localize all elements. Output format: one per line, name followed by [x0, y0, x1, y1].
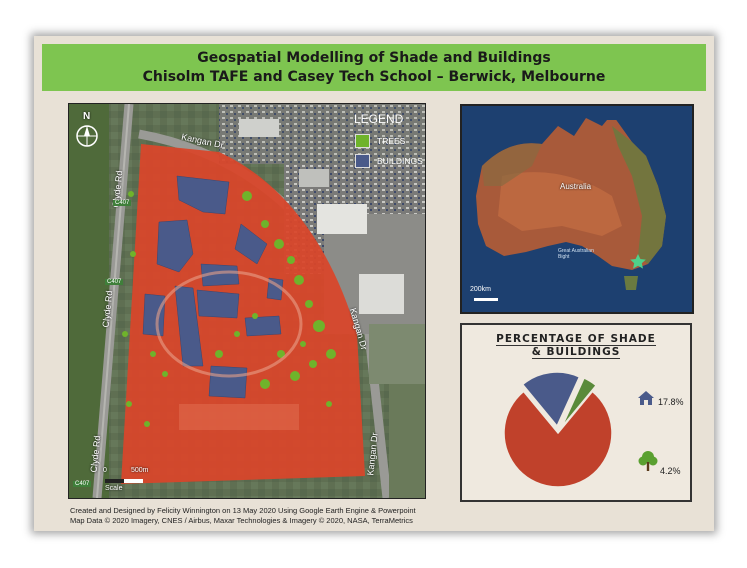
- australia-imagery: [462, 106, 692, 312]
- scale-zero: 0: [103, 467, 107, 474]
- north-arrow-icon: [76, 125, 98, 147]
- legend-item-buildings: BUILDINGS: [355, 154, 423, 168]
- australia-inset-map[interactable]: Australia Great Australian Bight 200km: [460, 104, 694, 314]
- title-line-1: Geospatial Modelling of Shade and Buildi…: [197, 50, 551, 66]
- credits-line-1: Created and Designed by Felicity Winning…: [70, 506, 416, 515]
- tree-icon: [638, 451, 658, 471]
- legend-swatch-trees: [355, 134, 370, 148]
- legend-swatch-buildings: [355, 154, 370, 168]
- route-tag-1: C407: [113, 200, 132, 206]
- poster-sheet: Geospatial Modelling of Shade and Buildi…: [34, 36, 714, 531]
- legend-label-buildings: BUILDINGS: [377, 156, 423, 166]
- legend-item-trees: TREES: [355, 134, 405, 148]
- route-tag-2: C407: [105, 279, 124, 285]
- north-label: N: [83, 111, 91, 122]
- credits: Created and Designed by Felicity Winning…: [70, 506, 416, 525]
- title-line-2: Chisolm TAFE and Casey Tech School – Ber…: [142, 69, 606, 85]
- route-tag-3: C407: [73, 481, 92, 487]
- building-icon: [638, 391, 654, 405]
- country-label: Australia: [560, 182, 592, 191]
- buildings-percent: 17.8%: [658, 397, 684, 407]
- legend-label-trees: TREES: [377, 136, 406, 146]
- legend-title: LEGEND: [354, 112, 404, 126]
- trees-percent: 4.2%: [660, 466, 681, 476]
- scale-label: Scale: [105, 485, 123, 492]
- credits-line-2: Map Data © 2020 Imagery, CNES / Airbus, …: [70, 515, 413, 525]
- title-banner: Geospatial Modelling of Shade and Buildi…: [42, 44, 706, 91]
- tasmania: [624, 276, 638, 290]
- scale-distance: 500m: [131, 467, 149, 474]
- pie-chart: [503, 371, 613, 488]
- main-site-map[interactable]: N LEGEND TREES BUILDINGS Kangan Dr Clyde…: [68, 103, 426, 499]
- inset-scale-label: 200km: [470, 286, 492, 293]
- pie-chart-panel: PERCENTAGE OF SHADE & BUILDINGS 17.8% 4.…: [460, 323, 692, 502]
- sea-label: Great Australian Bight: [558, 248, 594, 260]
